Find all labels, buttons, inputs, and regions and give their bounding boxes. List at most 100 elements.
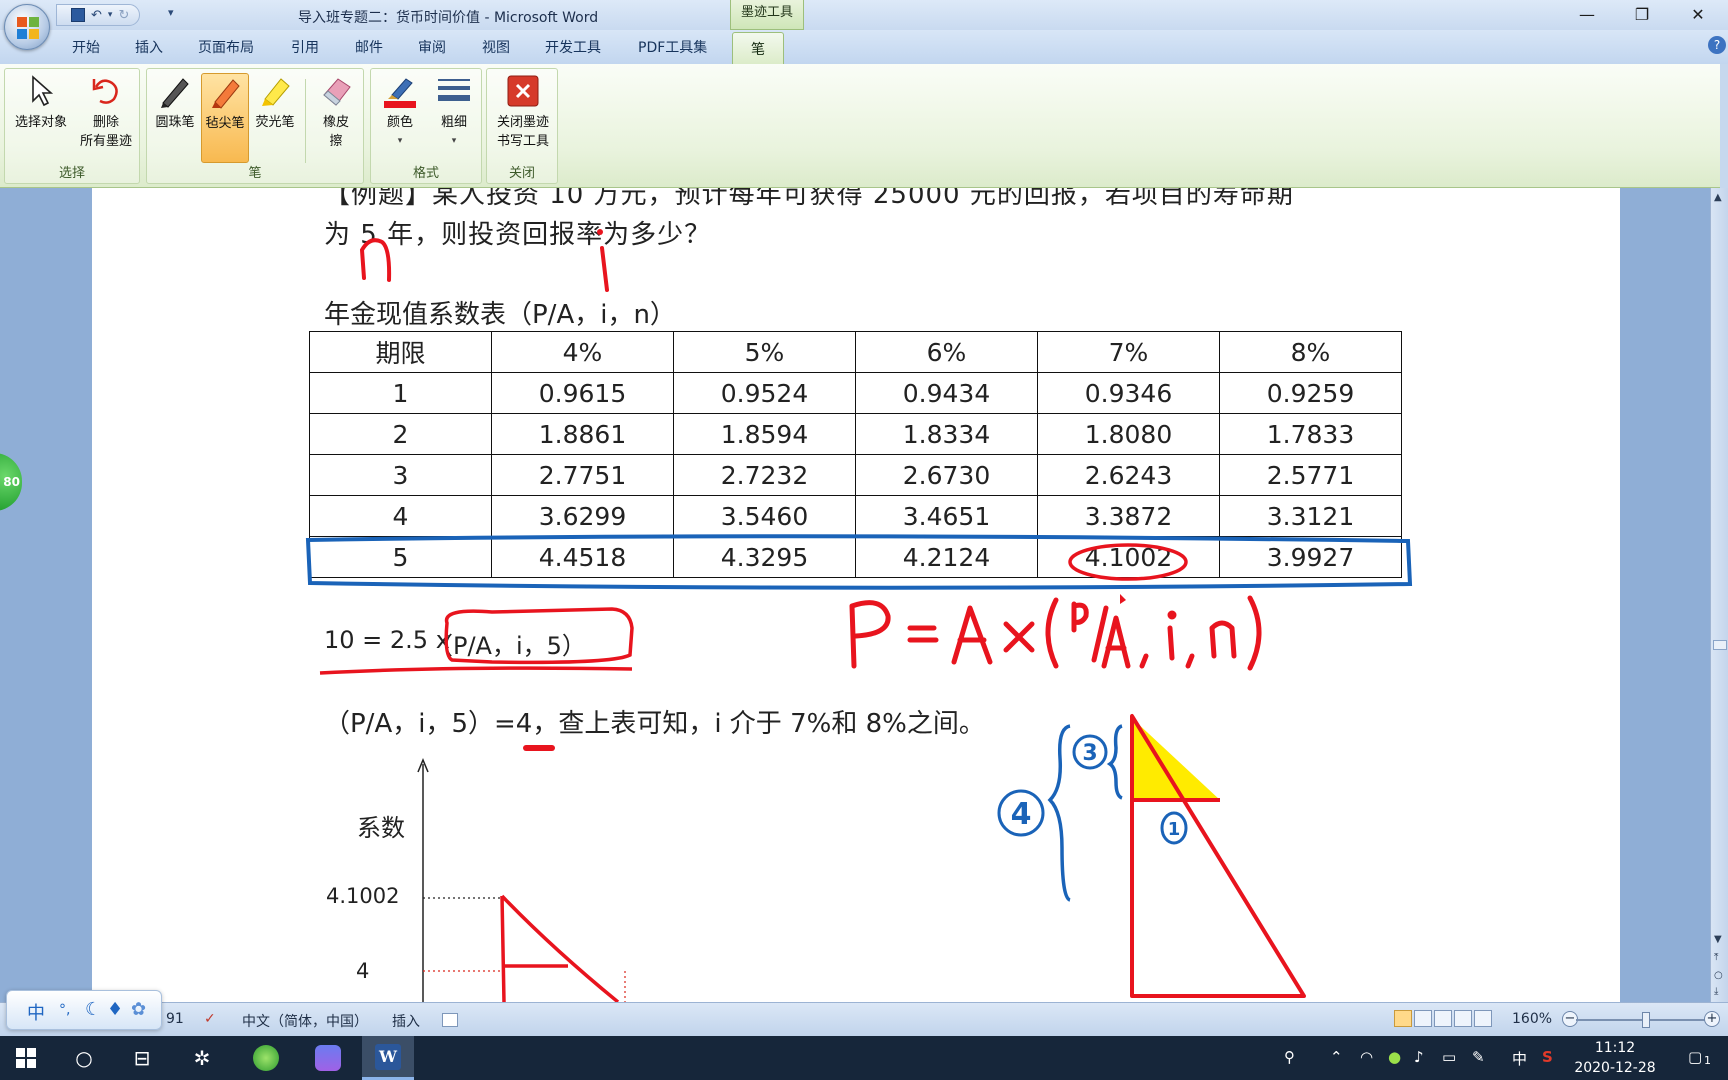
ribbon: 选择对象 删除 所有墨迹 选择 圆珠笔 毡尖笔 荧光笔 橡皮 擦 笔 颜色 ▾ … (0, 64, 1720, 188)
highlighter-button[interactable]: 荧光笔 (251, 73, 299, 132)
web-layout-view-button[interactable] (1434, 1010, 1452, 1027)
table-cell: 2.7751 (491, 454, 674, 496)
save-icon[interactable] (71, 8, 85, 22)
minimize-button[interactable]: — (1565, 3, 1609, 27)
sogou-ime-icon[interactable]: S (1542, 1048, 1553, 1066)
scroll-thumb[interactable] (1713, 640, 1727, 650)
floating-badge[interactable]: 80 (0, 453, 22, 511)
ime-punctuation[interactable]: °, (59, 1002, 70, 1018)
tab-mailings[interactable]: 邮件 (355, 37, 383, 57)
felt-tip-pen-button[interactable]: 毡尖笔 (201, 73, 249, 163)
word-taskbar-icon[interactable]: W (362, 1036, 414, 1080)
notification-center-icon[interactable]: ▢ (1688, 1048, 1702, 1066)
undo-dropdown-icon[interactable]: ▾ (108, 10, 113, 20)
thickness-button[interactable]: 粗细 ▾ (429, 73, 479, 151)
zoom-in-button[interactable]: + (1704, 1011, 1720, 1027)
meeting-app-icon[interactable] (302, 1036, 354, 1080)
outline-view-button[interactable] (1454, 1010, 1472, 1027)
tab-page-layout[interactable]: 页面布局 (198, 37, 254, 57)
redo-icon[interactable]: ↻ (118, 8, 129, 23)
restore-button[interactable]: ❐ (1620, 3, 1664, 27)
vertical-scrollbar[interactable]: ▲ ▼ ⤒ ○ ⤓ (1710, 188, 1728, 1002)
help-icon[interactable]: ? (1708, 36, 1726, 54)
draft-view-button[interactable] (1474, 1010, 1492, 1027)
solution-line: （P/A，i，5）=4，查上表可知，i 介于 7%和 8%之间。 (324, 709, 985, 739)
task-view-icon[interactable]: ⊟ (116, 1036, 168, 1080)
table-cell: 0.9524 (673, 372, 856, 414)
insert-mode-indicator[interactable]: 插入 (392, 1011, 420, 1031)
table-row: 4 3.6299 3.5460 3.4651 3.3872 3.3121 (309, 495, 1402, 537)
table-row: 1 0.9615 0.9524 0.9434 0.9346 0.9259 (309, 372, 1402, 414)
ink-left-brace-inner (1106, 724, 1123, 800)
ink-graph-triangle (500, 894, 620, 1002)
table-cell: 3.6299 (491, 495, 674, 537)
undo-icon[interactable]: ↶ (91, 8, 102, 23)
table-cell: 4.1002 (1037, 536, 1220, 578)
ballpoint-pen-button[interactable]: 圆珠笔 (151, 73, 199, 132)
zoom-level[interactable]: 160% (1512, 1011, 1552, 1027)
office-button[interactable] (4, 4, 50, 50)
tab-developer[interactable]: 开发工具 (545, 37, 601, 57)
color-button[interactable]: 颜色 ▾ (375, 73, 425, 151)
tab-home[interactable]: 开始 (72, 37, 100, 57)
proofing-icon[interactable]: ✓ (204, 1011, 216, 1027)
zoom-slider-knob[interactable] (1642, 1012, 1650, 1028)
start-button[interactable] (0, 1036, 52, 1080)
volume-icon[interactable]: ♪ (1414, 1048, 1424, 1066)
table-header-row: 期限 4% 5% 6% 7% 8% (309, 331, 1402, 373)
wifi-icon[interactable]: ◠ (1360, 1048, 1373, 1066)
tab-pen[interactable]: 笔 (732, 32, 784, 64)
pen-workspace-icon[interactable]: ✎ (1472, 1048, 1485, 1066)
ink-layer: 3 4 1 (305, 229, 1413, 1002)
document-page[interactable]: 【例题】某人投资 10 万元，预计每年可获得 25000 元的回报，若项目的寿命… (92, 188, 1620, 1002)
search-icon[interactable]: ○ (58, 1036, 110, 1080)
tray-expand-icon[interactable]: ⌃ (1330, 1048, 1343, 1066)
table-cell: 2.7232 (673, 454, 856, 496)
ink-circled-4: 4 (997, 789, 1045, 837)
tab-references[interactable]: 引用 (291, 37, 319, 57)
scroll-up-icon[interactable]: ▲ (1714, 192, 1722, 203)
graph-y-tick: 4.1002 (326, 884, 400, 908)
previous-page-icon[interactable]: ⤒ (1714, 952, 1718, 963)
full-screen-reading-view-button[interactable] (1414, 1010, 1432, 1027)
ime-toolbar[interactable]: 中 °, ☾ ♦ ✿ (6, 990, 162, 1030)
ime-mode[interactable]: 中 (27, 999, 45, 1025)
select-object-button[interactable]: 选择对象 (11, 73, 71, 132)
table-cell: 4.3295 (673, 536, 856, 578)
language-indicator[interactable]: 中文（简体，中国） (242, 1011, 368, 1031)
tab-view[interactable]: 视图 (482, 37, 510, 57)
browser-green-icon[interactable] (240, 1036, 292, 1080)
pinwheel-app-icon[interactable]: ✲ (176, 1036, 228, 1080)
table-header-cell: 6% (855, 331, 1038, 373)
eraser-button[interactable]: 橡皮 擦 (311, 73, 361, 151)
page-indicator[interactable]: 91 (166, 1011, 184, 1027)
group-pens: 圆珠笔 毡尖笔 荧光笔 橡皮 擦 笔 (146, 68, 364, 184)
macro-recording-icon[interactable] (442, 1013, 458, 1027)
ink-formula (849, 595, 1262, 671)
scroll-down-icon[interactable]: ▼ (1714, 934, 1722, 945)
brush-color-icon (384, 78, 416, 108)
delete-all-ink-button[interactable]: 删除 所有墨迹 (75, 73, 137, 151)
browse-object-icon[interactable]: ○ (1714, 970, 1723, 981)
input-language[interactable]: 中 (1512, 1048, 1527, 1069)
close-ink-tools-button[interactable]: 关闭墨迹 书写工具 (491, 73, 555, 151)
table-header-cell: 8% (1219, 331, 1402, 373)
next-page-icon[interactable]: ⤓ (1714, 986, 1718, 997)
ime-skin-icon[interactable]: ♦ (107, 999, 123, 1020)
ink-circled-1: 1 (1160, 811, 1188, 845)
people-icon[interactable]: ⚲ (1284, 1048, 1295, 1066)
group-divider (305, 79, 306, 163)
annuity-factor-table: 期限 4% 5% 6% 7% 8% 1 0.9615 0.9524 0.9434… (309, 331, 1402, 578)
security-tray-icon[interactable]: ● (1388, 1048, 1401, 1066)
table-cell: 3.5460 (673, 495, 856, 537)
print-layout-view-button[interactable] (1394, 1010, 1412, 1027)
tab-review[interactable]: 审阅 (418, 37, 446, 57)
clock[interactable]: 11:12 2020-12-28 (1570, 1038, 1660, 1078)
tab-pdf-tools[interactable]: PDF工具集 (638, 37, 707, 57)
battery-icon[interactable]: ▭ (1442, 1048, 1456, 1066)
close-button[interactable]: ✕ (1676, 3, 1720, 27)
ime-moon-icon[interactable]: ☾ (85, 999, 101, 1020)
tab-insert[interactable]: 插入 (135, 37, 163, 57)
customize-qat-icon[interactable]: ▾ (168, 6, 174, 19)
zoom-slider-track[interactable] (1576, 1019, 1706, 1021)
